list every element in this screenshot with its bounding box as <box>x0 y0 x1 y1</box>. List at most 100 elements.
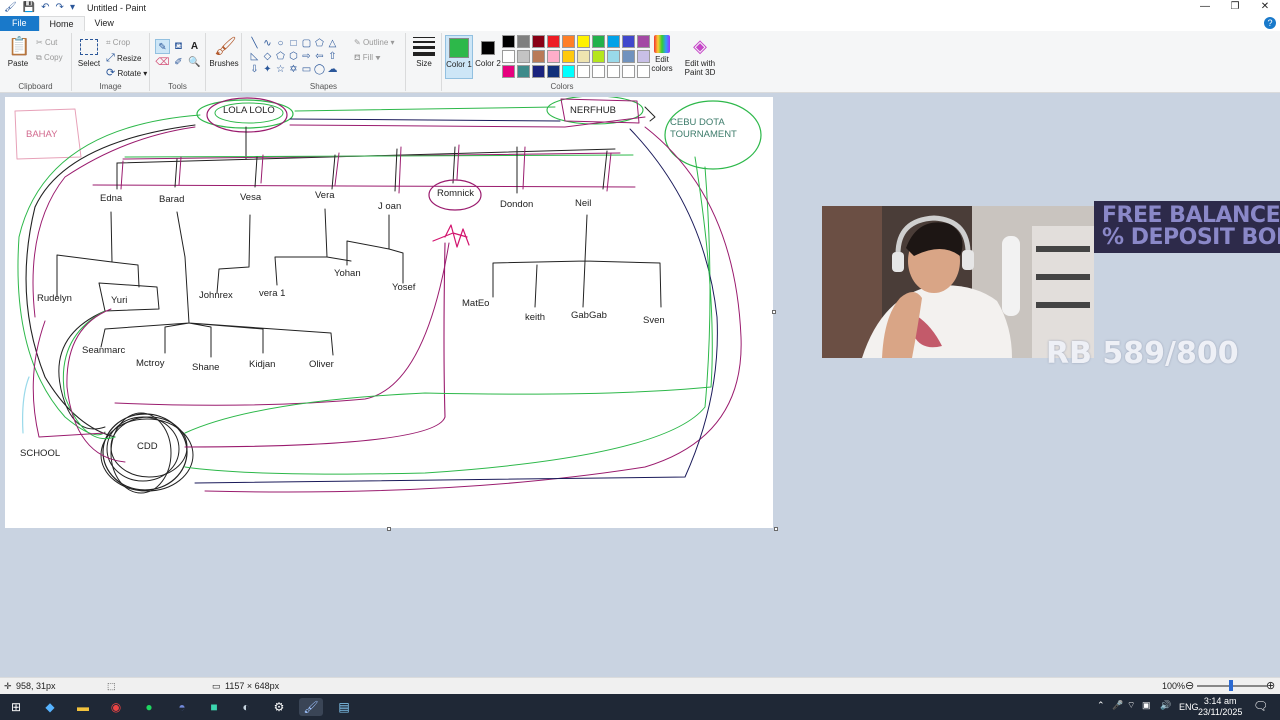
brushes-button[interactable]: 🖌 Brushes <box>209 35 239 68</box>
resize-button[interactable]: ⤢ Resize <box>106 52 142 65</box>
palette-swatch[interactable] <box>562 35 575 48</box>
wifi-icon[interactable]: ⌔ <box>1127 700 1135 720</box>
palette-swatch[interactable] <box>547 35 560 48</box>
start-button[interactable]: ⊞ <box>4 698 28 716</box>
settings-icon[interactable]: ⚙ <box>267 698 291 716</box>
callout-oval-shape-icon[interactable]: ◯ <box>313 63 326 76</box>
taskbar-clock[interactable]: 3:14 am 23/11/2025 <box>1198 696 1242 718</box>
undo-icon[interactable]: ↶ <box>41 1 49 15</box>
maximize-button[interactable]: ❐ <box>1220 0 1250 16</box>
outline-dropdown[interactable]: ✎ Outline ▾ <box>354 38 395 47</box>
fill-bucket-icon[interactable]: ⛾ <box>171 39 186 54</box>
customize-toolbar-icon[interactable]: ▾ <box>70 1 75 15</box>
palette-swatch[interactable] <box>622 35 635 48</box>
palette-swatch[interactable] <box>517 35 530 48</box>
select-button[interactable]: Select <box>75 35 103 68</box>
copy-button[interactable]: ⧉ Copy <box>36 53 63 63</box>
right-triangle-shape-icon[interactable]: ◺ <box>248 50 261 63</box>
callout-rect-shape-icon[interactable]: ▭ <box>300 63 313 76</box>
line-shape-icon[interactable]: ╲ <box>248 37 261 50</box>
volume-icon[interactable]: 🔊 <box>1160 700 1171 720</box>
palette-swatch[interactable] <box>592 65 605 78</box>
canvas-resize-handle-bottom[interactable] <box>387 527 391 531</box>
discord-icon[interactable]: ◓ <box>170 698 194 716</box>
eraser-icon[interactable]: ⌫ <box>155 55 170 70</box>
four-point-star-shape-icon[interactable]: ✦ <box>261 63 274 76</box>
palette-swatch[interactable] <box>532 50 545 63</box>
crop-button[interactable]: ⌗ Crop <box>106 38 130 48</box>
pentagon-shape-icon[interactable]: ⬠ <box>274 50 287 63</box>
rectangle-shape-icon[interactable]: □ <box>287 37 300 50</box>
palette-swatch[interactable] <box>547 50 560 63</box>
cloud-shape-icon[interactable]: ☁ <box>326 63 339 76</box>
tab-home[interactable]: Home <box>38 16 85 31</box>
palette-swatch[interactable] <box>592 35 605 48</box>
palette-swatch[interactable] <box>502 65 515 78</box>
oval-shape-icon[interactable]: ○ <box>274 37 287 50</box>
triangle-shape-icon[interactable]: △ <box>326 37 339 50</box>
palette-swatch[interactable] <box>622 50 635 63</box>
redo-icon[interactable]: ↷ <box>56 1 64 15</box>
hexagon-shape-icon[interactable]: ⬡ <box>287 50 300 63</box>
magnifier-icon[interactable]: 🔍 <box>187 55 202 70</box>
save-icon[interactable]: 💾 <box>23 1 35 15</box>
palette-swatch[interactable] <box>517 50 530 63</box>
palette-swatch[interactable] <box>607 35 620 48</box>
edit-with-paint3d-button[interactable]: ◈ Edit with Paint 3D <box>682 35 718 77</box>
palette-swatch[interactable] <box>562 50 575 63</box>
steam-icon[interactable]: ◐ <box>234 698 258 716</box>
chrome-icon[interactable]: ◉ <box>104 698 128 716</box>
tab-view[interactable]: View <box>85 16 124 31</box>
canvas-resize-handle-corner[interactable] <box>774 527 778 531</box>
app-icon[interactable]: ■ <box>202 698 226 716</box>
palette-swatch[interactable] <box>577 50 590 63</box>
zoom-out-button[interactable]: ⊖ <box>1185 679 1194 692</box>
tab-file[interactable]: File <box>0 16 39 31</box>
fill-dropdown[interactable]: ⛾ Fill ▾ <box>354 53 381 63</box>
notepad-icon[interactable]: ▤ <box>332 698 356 716</box>
drawing-canvas[interactable]: BAHAY LOLA LOLO NERFHUB CEBU DOTA TOURNA… <box>5 97 773 528</box>
microphone-icon[interactable]: 🎤 <box>1112 700 1123 720</box>
palette-swatch[interactable] <box>592 50 605 63</box>
palette-swatch[interactable] <box>607 65 620 78</box>
edit-colors-button[interactable]: Edit colors <box>648 35 676 73</box>
down-arrow-shape-icon[interactable]: ⇩ <box>248 63 261 76</box>
notifications-icon[interactable]: 🗨 <box>1253 699 1268 720</box>
language-indicator[interactable]: ENG <box>1179 702 1199 720</box>
palette-swatch[interactable] <box>517 65 530 78</box>
palette-swatch[interactable] <box>622 65 635 78</box>
palette-swatch[interactable] <box>562 65 575 78</box>
palette-swatch[interactable] <box>577 65 590 78</box>
text-icon[interactable]: A <box>187 39 202 54</box>
pencil-icon[interactable]: ✎ <box>155 39 170 54</box>
palette-swatch[interactable] <box>607 50 620 63</box>
cut-button[interactable]: ✂ Cut <box>36 38 57 47</box>
paste-button[interactable]: 📋 Paste <box>4 35 32 68</box>
network-icon[interactable]: ▣ <box>1142 700 1151 720</box>
close-button[interactable]: ✕ <box>1250 0 1280 16</box>
curve-shape-icon[interactable]: ∿ <box>261 37 274 50</box>
polygon-shape-icon[interactable]: ⬠ <box>313 37 326 50</box>
color-picker-icon[interactable]: ✐ <box>171 55 186 70</box>
palette-swatch[interactable] <box>502 35 515 48</box>
zoom-slider-thumb[interactable] <box>1229 680 1233 691</box>
rounded-rect-shape-icon[interactable]: ▢ <box>300 37 313 50</box>
paint-taskbar-icon[interactable]: 🖌 <box>299 698 323 716</box>
color2-button[interactable]: Color 2 <box>474 35 502 79</box>
copilot-icon[interactable]: ◆ <box>38 698 62 716</box>
color1-button[interactable]: Color 1 <box>445 35 473 79</box>
canvas-resize-handle-right[interactable] <box>772 310 776 314</box>
spotify-icon[interactable]: ● <box>137 698 161 716</box>
palette-swatch[interactable] <box>532 65 545 78</box>
diamond-shape-icon[interactable]: ◇ <box>261 50 274 63</box>
up-arrow-shape-icon[interactable]: ⇧ <box>326 50 339 63</box>
file-explorer-icon[interactable]: ▬ <box>71 698 95 716</box>
palette-swatch[interactable] <box>547 65 560 78</box>
minimize-button[interactable]: — <box>1190 0 1220 16</box>
right-arrow-shape-icon[interactable]: ⇨ <box>300 50 313 63</box>
zoom-in-button[interactable]: ⊕ <box>1266 679 1275 692</box>
size-button[interactable]: Size <box>410 37 438 68</box>
five-point-star-shape-icon[interactable]: ☆ <box>274 63 287 76</box>
palette-swatch[interactable] <box>532 35 545 48</box>
help-icon[interactable]: ? <box>1264 17 1276 29</box>
